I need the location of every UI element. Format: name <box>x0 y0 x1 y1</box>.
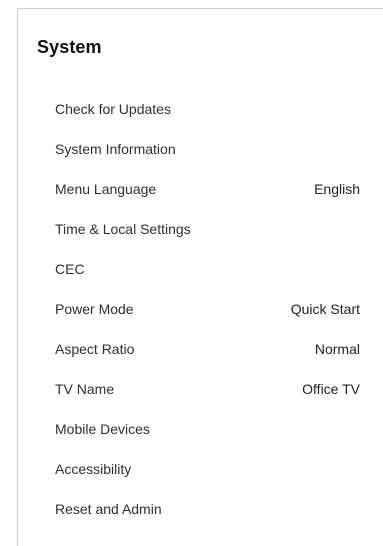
menu-item-cec[interactable]: CEC <box>18 249 383 289</box>
system-settings-panel: System Check for Updates System Informat… <box>17 8 383 546</box>
menu-item-reset-and-admin[interactable]: Reset and Admin <box>18 489 383 529</box>
menu-item-label: Accessibility <box>55 461 132 477</box>
menu-item-label: TV Name <box>55 381 115 397</box>
panel-title: System <box>37 37 102 57</box>
menu-item-label: Mobile Devices <box>55 421 150 437</box>
menu-item-power-mode[interactable]: Power Mode Quick Start <box>18 289 383 329</box>
menu-item-label: Check for Updates <box>55 101 171 117</box>
menu-item-label: CEC <box>55 261 85 277</box>
menu-item-check-for-updates[interactable]: Check for Updates <box>18 89 383 129</box>
system-menu: Check for Updates System Information Men… <box>18 89 383 529</box>
aspect-ratio-value: Normal <box>314 341 360 357</box>
menu-item-label: Aspect Ratio <box>55 341 135 357</box>
menu-item-time-local-settings[interactable]: Time & Local Settings <box>18 209 383 249</box>
menu-item-label: Time & Local Settings <box>55 221 191 237</box>
tv-name-value: Office TV <box>302 381 360 397</box>
power-mode-value: Quick Start <box>290 301 360 317</box>
menu-item-mobile-devices[interactable]: Mobile Devices <box>18 409 383 449</box>
menu-item-menu-language[interactable]: Menu Language English <box>18 169 383 209</box>
menu-item-tv-name[interactable]: TV Name Office TV <box>18 369 383 409</box>
menu-item-label: Menu Language <box>55 181 157 197</box>
menu-item-label: System Information <box>55 141 176 157</box>
menu-item-label: Power Mode <box>55 301 134 317</box>
menu-item-aspect-ratio[interactable]: Aspect Ratio Normal <box>18 329 383 369</box>
menu-language-value: English <box>314 181 360 197</box>
menu-item-accessibility[interactable]: Accessibility <box>18 449 383 489</box>
menu-item-label: Reset and Admin <box>55 501 162 517</box>
menu-item-system-information[interactable]: System Information <box>18 129 383 169</box>
